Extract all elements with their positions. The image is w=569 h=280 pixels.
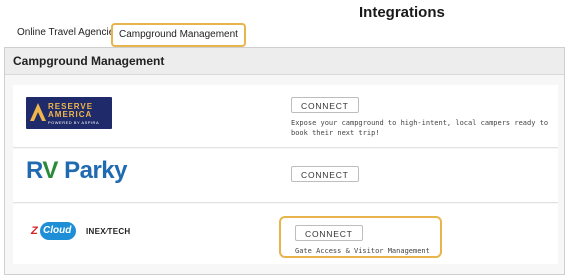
logo-text-line: POWERED BY ASPIRA xyxy=(48,120,100,125)
integration-row-rv-parky: RV Parky CONNECT xyxy=(13,149,558,203)
panel-title: Campground Management xyxy=(5,48,564,75)
tab-campground-management[interactable]: Campground Management xyxy=(111,23,246,47)
tab-online-travel-agencies[interactable]: Online Travel Agencies xyxy=(17,27,119,38)
zcloud-inextech-logo: Z Cloud INEX∕TECH xyxy=(31,222,141,244)
inextech-wordmark: INEX∕TECH xyxy=(86,227,131,236)
page-title: Integrations xyxy=(359,4,445,21)
campground-management-panel: Campground Management RESERVE AMERICA PO… xyxy=(4,47,565,275)
integration-row-reserve-america: RESERVE AMERICA POWERED BY ASPIRA CONNEC… xyxy=(13,85,558,148)
connect-button-reserve-america[interactable]: CONNECT xyxy=(291,97,359,113)
reserve-america-logo: RESERVE AMERICA POWERED BY ASPIRA xyxy=(26,97,112,129)
mountain-icon xyxy=(30,103,46,121)
connect-button-rv-parky[interactable]: CONNECT xyxy=(291,166,359,182)
rv-parky-wordmark: RV Parky xyxy=(26,157,127,184)
integration-row-zcloud-inextech: Z Cloud INEX∕TECH CONNECT Gate Access & … xyxy=(13,204,558,264)
zcloud-cloud-mark: Cloud xyxy=(40,222,76,240)
logo-text-line: AMERICA xyxy=(48,110,93,119)
zcloud-z-mark: Z xyxy=(31,225,38,237)
tab-bar: Online Travel Agencies Campground Manage… xyxy=(0,22,569,47)
connect-button-zcloud-inextech[interactable]: CONNECT xyxy=(295,225,363,241)
integration-description: Expose your campground to high-intent, l… xyxy=(291,119,549,137)
integration-description: Gate Access & Visitor Management xyxy=(295,247,430,255)
